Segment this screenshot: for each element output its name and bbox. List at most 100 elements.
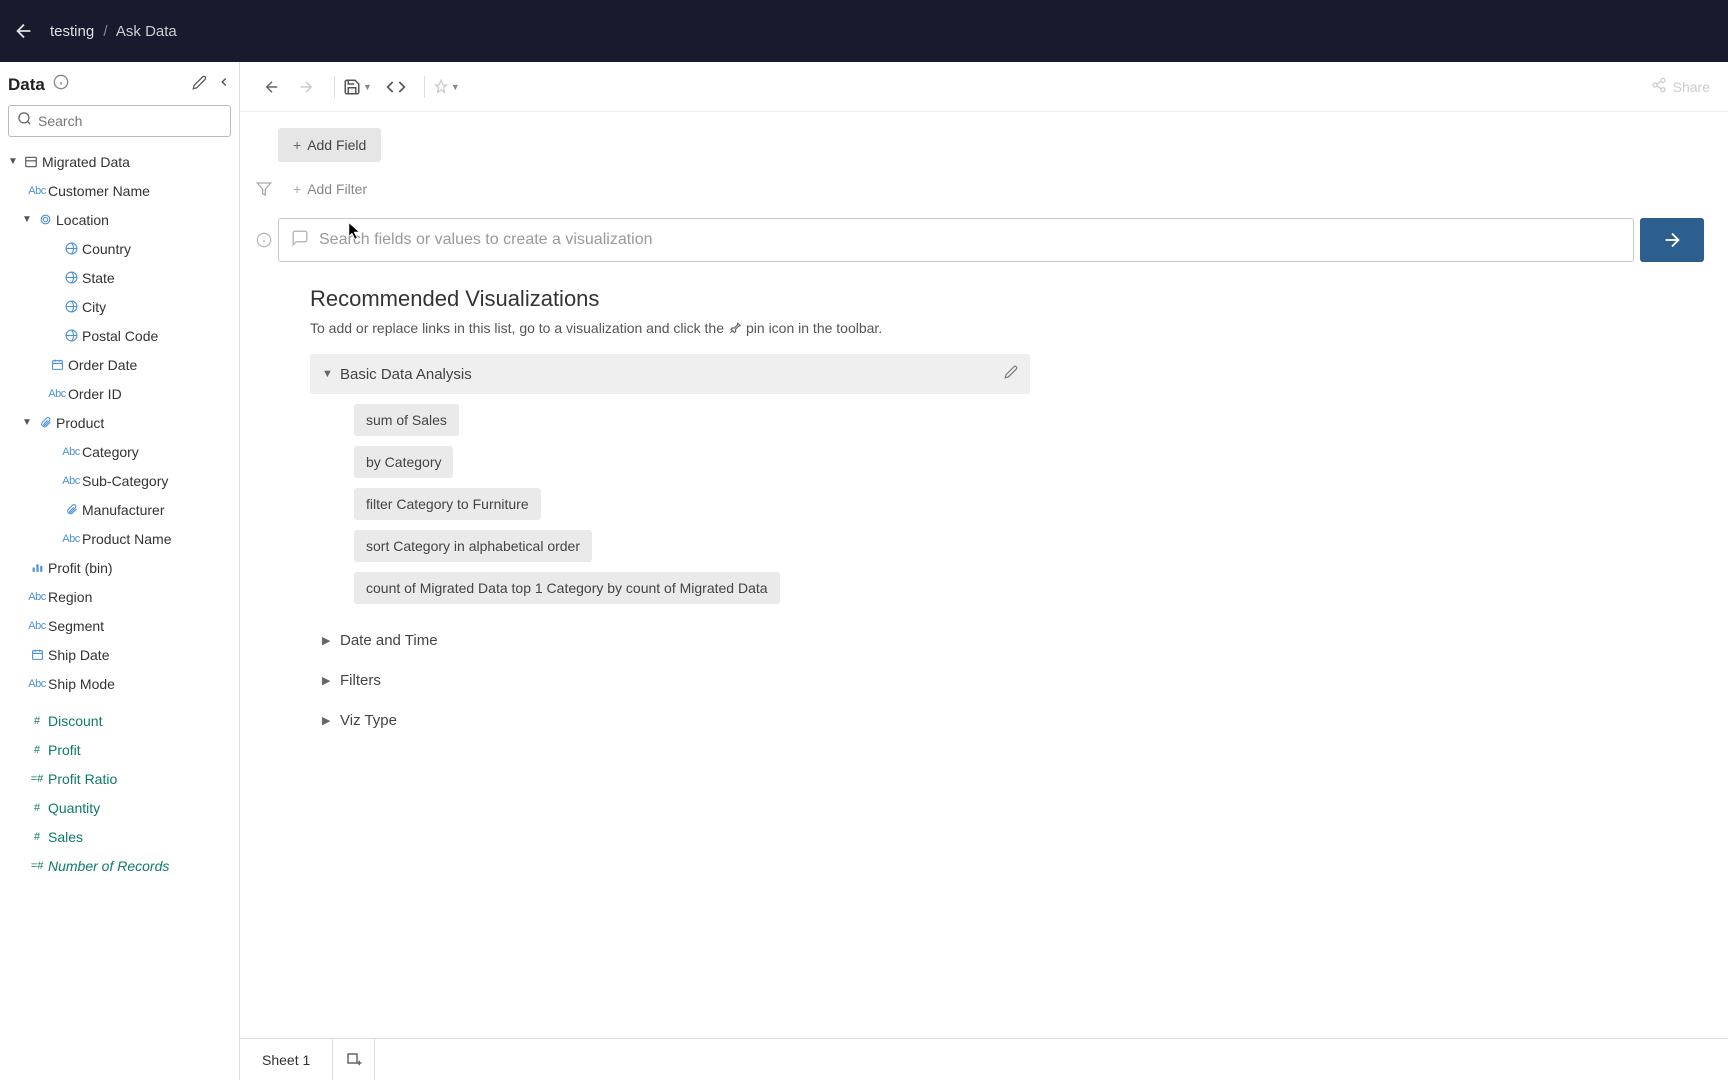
- undo-button[interactable]: [258, 73, 286, 101]
- geo-type-icon: [34, 213, 56, 226]
- edit-fields-icon[interactable]: [192, 75, 207, 95]
- rec-chip[interactable]: filter Category to Furniture: [354, 488, 541, 520]
- rec-group-datetime[interactable]: ▶ Date and Time: [310, 620, 1030, 660]
- field-state[interactable]: State: [0, 263, 239, 292]
- toolbar-separator: [334, 76, 335, 98]
- datasource-row[interactable]: ▼ Migrated Data: [0, 147, 239, 176]
- field-tree: ▼ Migrated Data Abc Customer Name ▼ Loca…: [0, 145, 239, 1080]
- geo-type-icon: [60, 271, 82, 284]
- sheet-tabs: Sheet 1: [240, 1038, 1728, 1080]
- chevron-right-icon: ▶: [322, 634, 340, 647]
- calc-type-icon: =#: [26, 773, 48, 785]
- field-manufacturer[interactable]: Manufacturer: [0, 495, 239, 524]
- field-product[interactable]: ▼ Product: [0, 408, 239, 437]
- number-type-icon: #: [26, 802, 48, 814]
- field-location[interactable]: ▼ Location: [0, 205, 239, 234]
- sidebar-title: Data: [8, 75, 45, 95]
- plus-icon: +: [293, 181, 301, 197]
- rec-chip[interactable]: count of Migrated Data top 1 Category by…: [354, 572, 780, 604]
- field-ship-date[interactable]: Ship Date: [0, 640, 239, 669]
- add-sheet-button[interactable]: [333, 1039, 375, 1080]
- chat-icon: [291, 229, 309, 252]
- field-profit[interactable]: # Profit: [0, 735, 239, 764]
- sheet-tab-1[interactable]: Sheet 1: [240, 1039, 333, 1080]
- field-product-name[interactable]: Abc Product Name: [0, 524, 239, 553]
- back-button[interactable]: [12, 19, 36, 43]
- field-region[interactable]: Abc Region: [0, 582, 239, 611]
- embed-button[interactable]: [382, 73, 410, 101]
- database-icon: [20, 155, 42, 169]
- text-type-icon: Abc: [26, 620, 48, 632]
- rec-group-filters[interactable]: ▶ Filters: [310, 660, 1030, 700]
- recommendations: Recommended Visualizations To add or rep…: [250, 286, 1250, 740]
- query-input-box[interactable]: [278, 218, 1634, 262]
- breadcrumb-workbook[interactable]: testing: [50, 23, 94, 40]
- rec-group-basic-items: sum of Sales by Category filter Category…: [310, 394, 1250, 620]
- recommendations-hint: To add or replace links in this list, go…: [310, 320, 1250, 336]
- save-dropdown[interactable]: ▼: [343, 78, 372, 96]
- group-type-icon: [60, 503, 82, 516]
- field-ship-mode[interactable]: Abc Ship Mode: [0, 669, 239, 698]
- field-city[interactable]: City: [0, 292, 239, 321]
- search-field[interactable]: [38, 113, 222, 129]
- field-profit-ratio[interactable]: =# Profit Ratio: [0, 764, 239, 793]
- caret-down-icon: ▼: [451, 82, 460, 92]
- data-sidebar: Data ▼: [0, 62, 240, 1080]
- redo-icon: [297, 78, 315, 96]
- field-postal-code[interactable]: Postal Code: [0, 321, 239, 350]
- collapse-sidebar-icon[interactable]: [217, 75, 231, 94]
- field-discount[interactable]: # Discount: [0, 706, 239, 735]
- field-order-date[interactable]: Order Date: [0, 350, 239, 379]
- rec-chip[interactable]: sort Category in alphabetical order: [354, 530, 592, 562]
- rec-chip[interactable]: sum of Sales: [354, 404, 459, 436]
- add-field-button[interactable]: + Add Field: [278, 128, 381, 162]
- datasource-label: Migrated Data: [42, 154, 130, 170]
- undo-icon: [263, 78, 281, 96]
- share-icon: [1651, 77, 1667, 96]
- filter-icon: [250, 181, 278, 197]
- rec-group-viztype[interactable]: ▶ Viz Type: [310, 700, 1030, 740]
- toolbar-separator: [424, 76, 425, 98]
- add-filter-button[interactable]: + Add Filter: [278, 172, 382, 206]
- code-icon: [386, 77, 406, 97]
- search-input[interactable]: [8, 105, 231, 137]
- share-label: Share: [1673, 79, 1710, 95]
- pin-icon: [728, 321, 742, 335]
- text-type-icon: Abc: [26, 185, 48, 197]
- workspace: + Add Field + Add Filter: [240, 112, 1728, 1080]
- rec-chip[interactable]: by Category: [354, 446, 453, 478]
- recommendations-title: Recommended Visualizations: [310, 286, 1250, 312]
- number-type-icon: #: [26, 715, 48, 727]
- edit-icon[interactable]: [1004, 365, 1018, 383]
- rec-group-basic[interactable]: ▼ Basic Data Analysis: [310, 354, 1030, 394]
- field-customer-name[interactable]: Abc Customer Name: [0, 176, 239, 205]
- query-input[interactable]: [319, 231, 1621, 249]
- field-category[interactable]: Abc Category: [0, 437, 239, 466]
- submit-button[interactable]: [1640, 218, 1704, 262]
- info-icon[interactable]: [250, 232, 278, 248]
- add-sheet-icon: [345, 1051, 363, 1069]
- field-sales[interactable]: # Sales: [0, 822, 239, 851]
- save-icon: [343, 78, 361, 96]
- chevron-down-icon: ▼: [20, 214, 34, 225]
- field-quantity[interactable]: # Quantity: [0, 793, 239, 822]
- breadcrumb-current: Ask Data: [116, 23, 177, 40]
- bin-type-icon: [26, 561, 48, 574]
- breadcrumb: testing / Ask Data: [50, 23, 177, 40]
- redo-button: [292, 73, 320, 101]
- text-type-icon: Abc: [26, 678, 48, 690]
- field-segment[interactable]: Abc Segment: [0, 611, 239, 640]
- hierarchy-type-icon: [34, 416, 56, 429]
- field-number-of-records[interactable]: =# Number of Records: [0, 851, 239, 880]
- field-profit-bin[interactable]: Profit (bin): [0, 553, 239, 582]
- field-country[interactable]: Country: [0, 234, 239, 263]
- geo-type-icon: [60, 242, 82, 255]
- toolbar: ▼ ▼ Share: [240, 62, 1728, 112]
- search-icon: [17, 111, 32, 131]
- info-icon[interactable]: [53, 74, 69, 95]
- caret-down-icon: ▼: [363, 82, 372, 92]
- field-order-id[interactable]: Abc Order ID: [0, 379, 239, 408]
- chevron-down-icon: ▼: [6, 156, 20, 167]
- share-button: Share: [1651, 77, 1710, 96]
- field-sub-category[interactable]: Abc Sub-Category: [0, 466, 239, 495]
